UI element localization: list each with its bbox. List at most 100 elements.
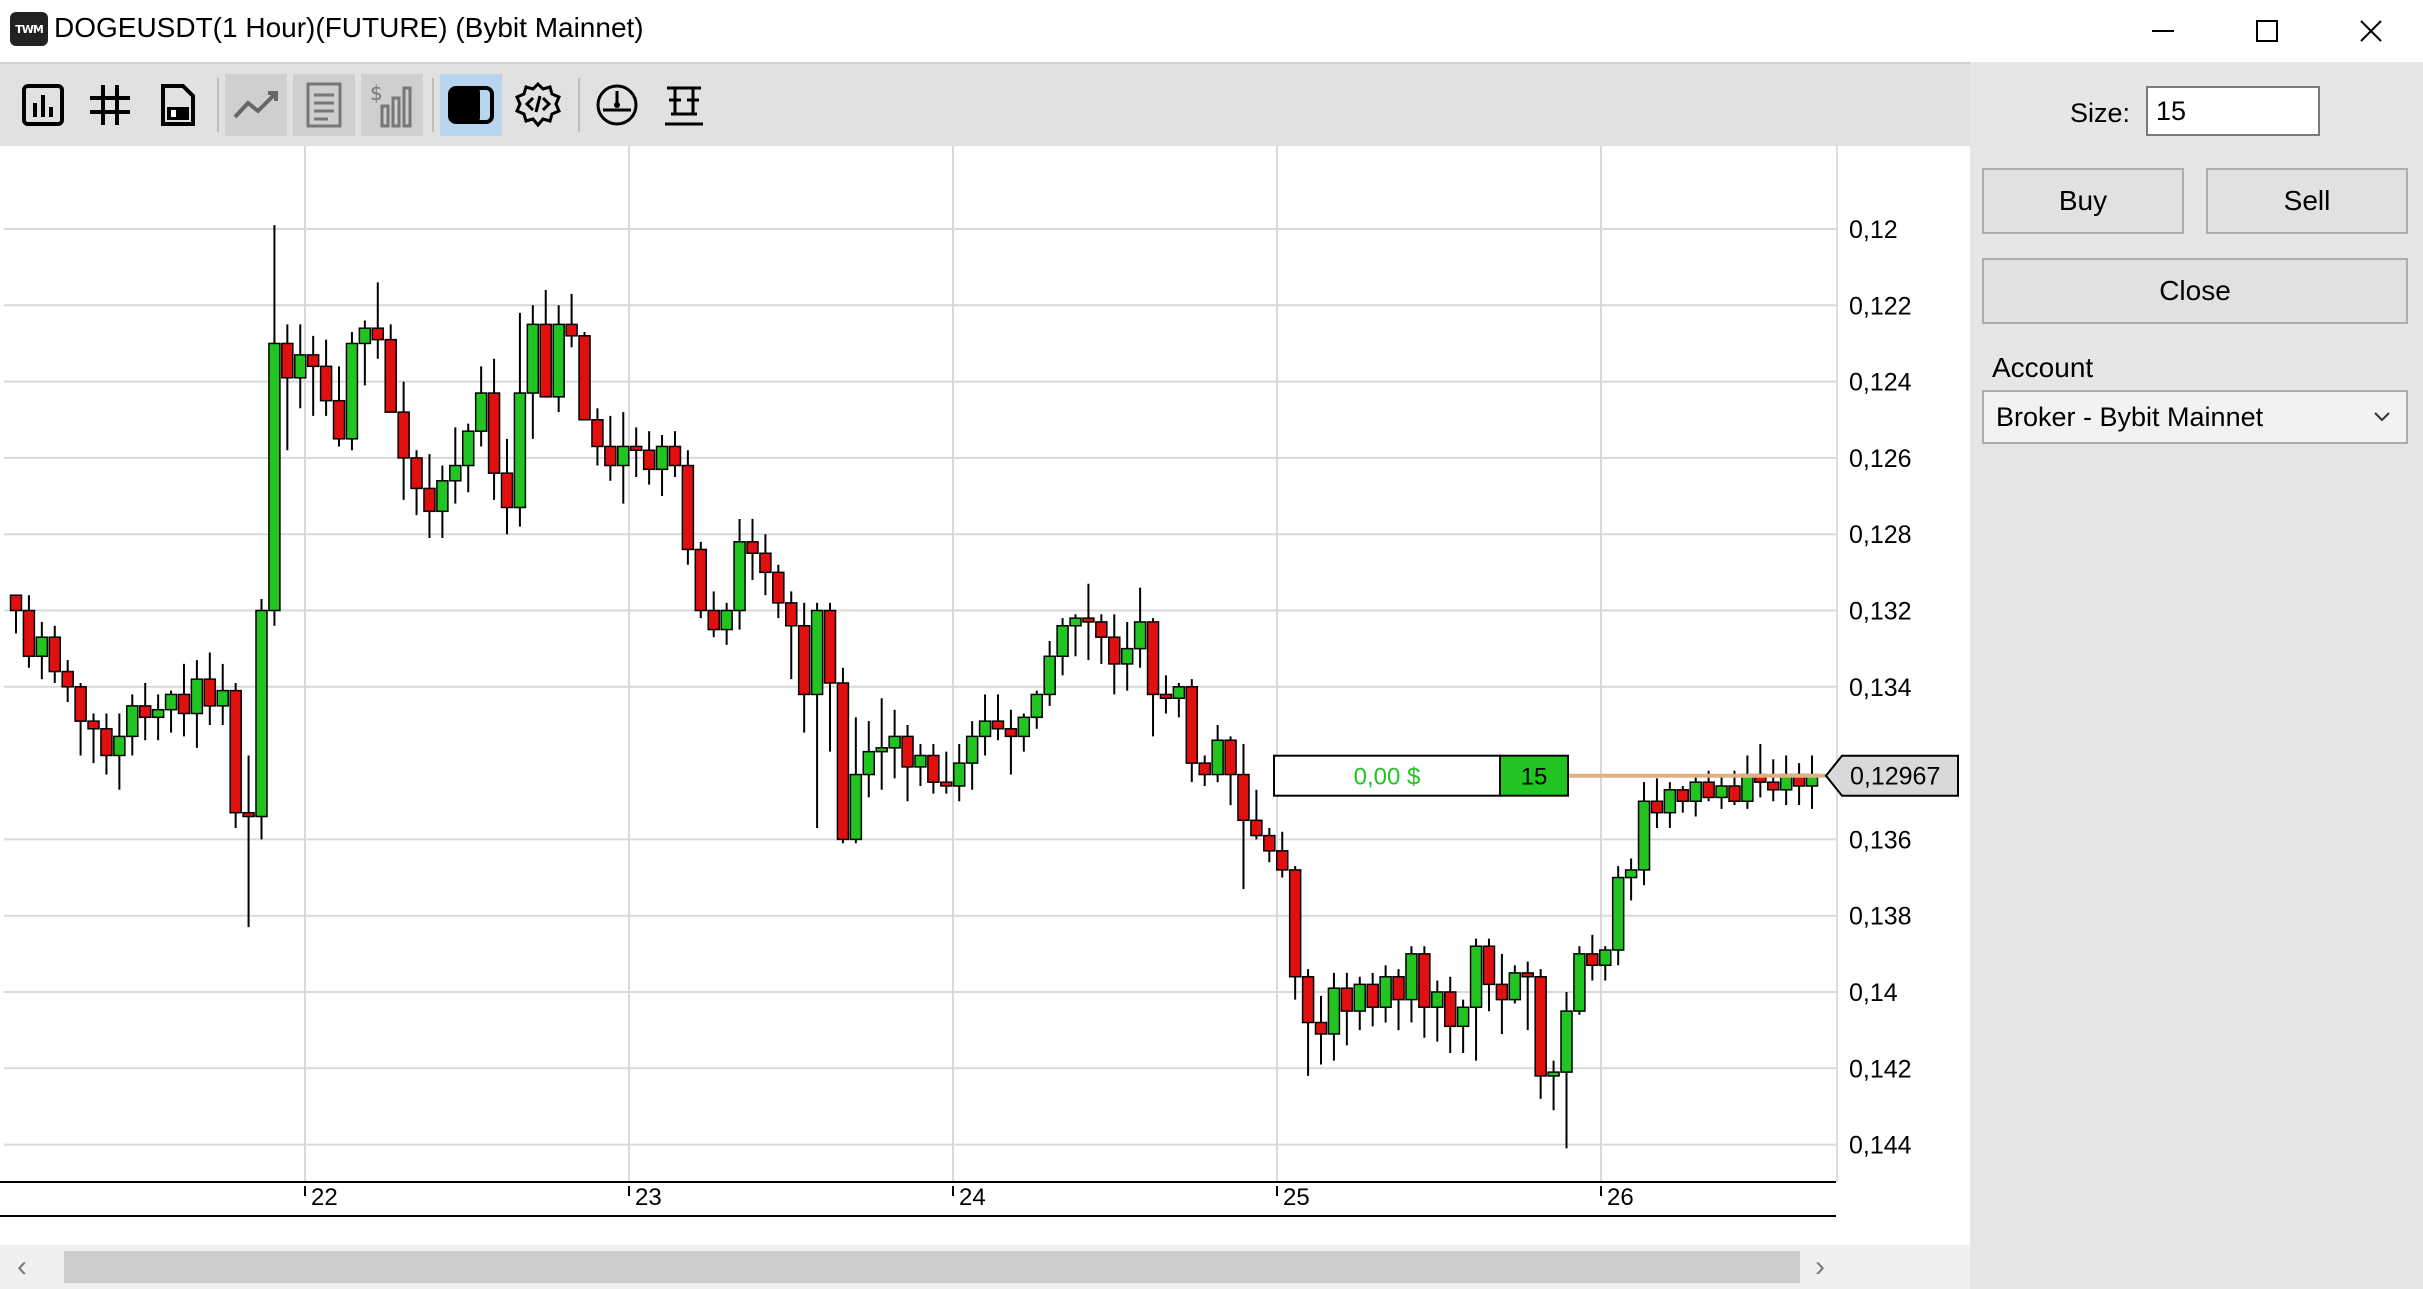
candle-body xyxy=(126,705,139,738)
candle-body xyxy=(759,552,772,574)
candle-body xyxy=(229,689,242,814)
y-tick-label: 0,12 xyxy=(1849,216,1898,244)
candle-body xyxy=(203,678,217,707)
candle-body xyxy=(1108,636,1121,665)
buy-button[interactable]: Buy xyxy=(1982,168,2184,234)
candle-body xyxy=(1185,686,1199,764)
maximize-button[interactable] xyxy=(2215,0,2319,62)
trading-panel: Size: Buy Sell Close Account Broker - By… xyxy=(1970,62,2423,1289)
candle-body xyxy=(1611,876,1625,951)
candle-body xyxy=(772,571,785,604)
candle-body xyxy=(1766,781,1780,791)
save-template-button[interactable] xyxy=(146,74,208,136)
candle-body xyxy=(1069,617,1082,627)
candle-body xyxy=(1250,819,1263,837)
candle-body xyxy=(151,708,165,719)
dollar-volume-button[interactable]: $ xyxy=(361,74,423,136)
candle-body xyxy=(746,541,759,555)
bar-chart-button[interactable] xyxy=(12,74,74,136)
chart-area[interactable]: 22 23 24 25 26 0,144 0,142 0,14 0,138 0,136 0,134 0… xyxy=(0,146,1970,1289)
candle-body xyxy=(35,636,49,658)
candle-body xyxy=(1120,647,1134,665)
scroll-right-icon[interactable]: › xyxy=(1800,1249,1840,1285)
candle-body xyxy=(1624,869,1638,879)
size-input[interactable] xyxy=(2146,86,2320,136)
candle-body xyxy=(1663,789,1677,814)
candle-body xyxy=(332,399,346,440)
candle-body xyxy=(875,747,888,753)
candle-body xyxy=(1198,762,1211,776)
candle-body xyxy=(862,750,876,776)
candle-body xyxy=(1573,953,1586,1012)
candle-body xyxy=(1431,991,1444,1009)
window-title: DOGEUSDT(1 Hour)(FUTURE) (Bybit Mainnet) xyxy=(54,12,644,43)
candle-body xyxy=(940,781,953,787)
panel-toggle-button[interactable] xyxy=(440,74,502,136)
speedometer-button[interactable] xyxy=(586,74,648,136)
report-icon xyxy=(306,82,342,128)
candle-body xyxy=(1547,1071,1560,1077)
y-tick-label: 0,138 xyxy=(1849,903,1912,931)
candle-body xyxy=(500,472,514,509)
code-settings-button[interactable] xyxy=(507,74,569,136)
candle-body xyxy=(1676,789,1690,802)
report-button[interactable] xyxy=(293,74,355,136)
candle-body xyxy=(371,327,385,341)
candle-body xyxy=(1211,739,1224,776)
strategy-button[interactable] xyxy=(653,74,715,136)
close-window-button[interactable] xyxy=(2319,0,2423,62)
candlestick-chart[interactable]: 22 23 24 25 26 0,144 0,142 0,14 0,138 0,136 0,134 0… xyxy=(0,146,1970,1247)
candle-body xyxy=(526,323,540,394)
candle-body xyxy=(565,323,578,337)
candle-body xyxy=(1392,975,1405,1001)
grid-button[interactable] xyxy=(79,74,141,136)
candle-body xyxy=(513,392,527,509)
candle-body xyxy=(642,449,656,471)
account-select-value: Broker - Bybit Mainnet xyxy=(1996,401,2264,432)
candle-body xyxy=(1314,1021,1328,1035)
candle-body xyxy=(190,678,204,715)
current-price-label: 0,12967 xyxy=(1850,763,1940,791)
chart-scrollbar[interactable]: ‹ › xyxy=(0,1245,1970,1289)
candle-body xyxy=(436,480,449,513)
candle-body xyxy=(1095,621,1108,638)
scroll-left-icon[interactable]: ‹ xyxy=(2,1249,42,1285)
account-select[interactable]: Broker - Bybit Mainnet xyxy=(1982,390,2408,444)
y-tick-label: 0,124 xyxy=(1849,369,1912,397)
candle-body xyxy=(629,445,643,452)
candle-body xyxy=(74,686,87,722)
candle-body xyxy=(1275,850,1289,871)
candle-body xyxy=(1715,785,1728,799)
candle-body xyxy=(668,445,682,467)
candle-body xyxy=(1146,621,1160,696)
candle-body xyxy=(539,323,553,398)
sell-button[interactable]: Sell xyxy=(2206,168,2408,234)
candle-body xyxy=(914,754,927,768)
toolbar-separator xyxy=(432,78,434,132)
x-tick-label: 24 xyxy=(959,1184,986,1211)
candle-body xyxy=(655,445,669,471)
y-tick-label: 0,136 xyxy=(1849,826,1912,854)
candle-body xyxy=(1237,773,1250,822)
x-tick-label: 22 xyxy=(311,1184,338,1211)
minimize-button[interactable] xyxy=(2111,0,2215,62)
y-tick-label: 0,144 xyxy=(1849,1132,1912,1160)
candle-body xyxy=(1689,781,1702,802)
candle-body xyxy=(1379,975,1392,1009)
candle-body xyxy=(22,609,36,658)
close-position-button[interactable]: Close xyxy=(1982,258,2408,324)
candle-body xyxy=(720,609,733,631)
scrollbar-thumb[interactable] xyxy=(64,1251,1800,1283)
size-label: Size: xyxy=(2070,98,2131,128)
candle-body xyxy=(1301,975,1315,1024)
candle-body xyxy=(952,762,966,787)
candle-body xyxy=(578,335,591,421)
candle-body xyxy=(113,735,126,757)
candle-body xyxy=(474,392,488,432)
save-template-icon xyxy=(161,84,195,126)
indicators-button[interactable] xyxy=(225,74,287,136)
y-tick-label: 0,128 xyxy=(1849,521,1912,549)
candle-body xyxy=(461,430,475,467)
candle-body xyxy=(397,411,410,459)
candle-body xyxy=(1482,945,1496,986)
